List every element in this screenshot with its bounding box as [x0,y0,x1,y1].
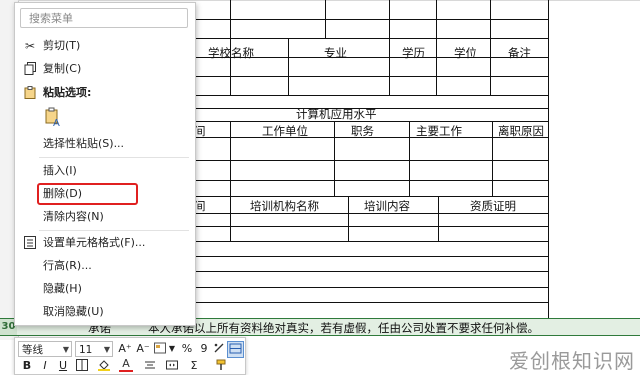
menu-item-clear-contents-label: 清除内容(N) [43,210,104,223]
menu-item-row-height[interactable]: 行高(R)... [15,256,195,276]
menu-paste-options-heading: 粘贴选项: [15,83,195,103]
chevron-down-icon: ▼ [103,345,110,354]
train-header-institution[interactable]: 培训机构名称 [250,198,319,214]
edu-header-degree[interactable]: 学位 [454,45,477,61]
increase-font-button[interactable]: A⁺ [117,342,133,356]
menu-item-unhide-label: 取消隐藏(U) [43,305,104,318]
menu-item-cut[interactable]: ✂ 剪切(T) [15,36,195,56]
decrease-font-button[interactable]: A⁻ [135,342,151,356]
menu-item-format-cells-label: 设置单元格格式(F)... [43,236,146,249]
work-header-leave-reason[interactable]: 离职原因 [498,123,544,139]
menu-item-row-height-label: 行高(R)... [43,259,92,272]
context-menu: 搜索菜单 ✂ 剪切(T) 复制(C) 粘贴选项: A 选择性粘贴(S)... 插… [14,2,196,326]
paste-icon [23,86,37,100]
paste-text-icon[interactable]: A [45,107,63,129]
menu-item-insert[interactable]: 插入(I) [15,161,195,181]
sum-icon[interactable]: Σ [187,359,201,373]
menu-separator [39,157,189,158]
menu-separator [39,230,189,231]
font-name-value: 等线 [22,344,43,356]
work-header-position[interactable]: 职务 [351,123,374,139]
italic-button[interactable]: I [39,359,51,373]
skill-section-title[interactable]: 计算机应用水平 [296,106,377,122]
work-header-duties[interactable]: 主要工作 [416,123,462,139]
edu-header-major[interactable]: 专业 [324,45,347,61]
edu-header-school[interactable]: 学校名称 [208,45,254,61]
paste-options-label: 粘贴选项: [43,86,92,99]
work-header-employer[interactable]: 工作单位 [262,123,308,139]
number-format-icon[interactable] [153,342,167,358]
menu-item-copy[interactable]: 复制(C) [15,59,195,79]
menu-item-hide[interactable]: 隐藏(H) [15,279,195,299]
underline-icon[interactable]: U [57,359,69,373]
font-size-value: 11 [79,344,93,356]
commitment-text[interactable]: 本人承诺以上所有资料绝对真实，若有虚假，任由公司处置不要求任何补偿。 [148,320,539,336]
scissors-icon: ✂ [24,39,36,53]
menu-item-unhide[interactable]: 取消隐藏(U) [15,302,195,322]
font-name-dropdown[interactable]: 等线 ▼ [18,341,72,357]
font-color-icon[interactable]: A [119,357,133,372]
train-header-certificate[interactable]: 资质证明 [470,198,516,214]
menu-search-input[interactable]: 搜索菜单 [20,8,188,28]
menu-item-paste-special[interactable]: 选择性粘贴(S)... [15,134,195,154]
format-cells-icon [23,236,37,250]
watermark: 爱创根知识网 [509,349,635,373]
chevron-down-icon: ▼ [62,345,69,354]
menu-item-format-cells[interactable]: 设置单元格格式(F)... [15,233,195,253]
mini-format-toolbar: 等线 ▼ 11 ▼ A⁺ A⁻ ▼ % 9 B I U A Σ [14,337,246,375]
svg-text:A: A [53,118,60,127]
decimal-icon[interactable] [213,342,225,358]
bold-button[interactable]: B [21,359,33,373]
menu-item-paste-special-label: 选择性粘贴(S)... [43,137,125,150]
train-header-content[interactable]: 培训内容 [364,198,410,214]
edu-header-degree-level[interactable]: 学历 [402,45,425,61]
font-size-dropdown[interactable]: 11 ▼ [75,341,113,357]
number-format-dropdown-icon[interactable]: ▼ [167,342,177,356]
copy-icon [23,62,37,76]
menu-item-clear-contents[interactable]: 清除内容(N) [15,207,195,227]
menu-item-hide-label: 隐藏(H) [43,282,82,295]
comma-style-button[interactable]: 9 [197,342,211,356]
menu-item-cut-label: 剪切(T) [43,39,81,52]
menu-item-copy-label: 复制(C) [43,62,82,75]
merge-cells-icon[interactable] [227,341,244,358]
edu-header-remarks[interactable]: 备注 [508,45,531,61]
percent-style-button[interactable]: % [180,342,194,356]
menu-item-insert-label: 插入(I) [43,164,77,177]
delete-highlight-box [37,183,138,205]
